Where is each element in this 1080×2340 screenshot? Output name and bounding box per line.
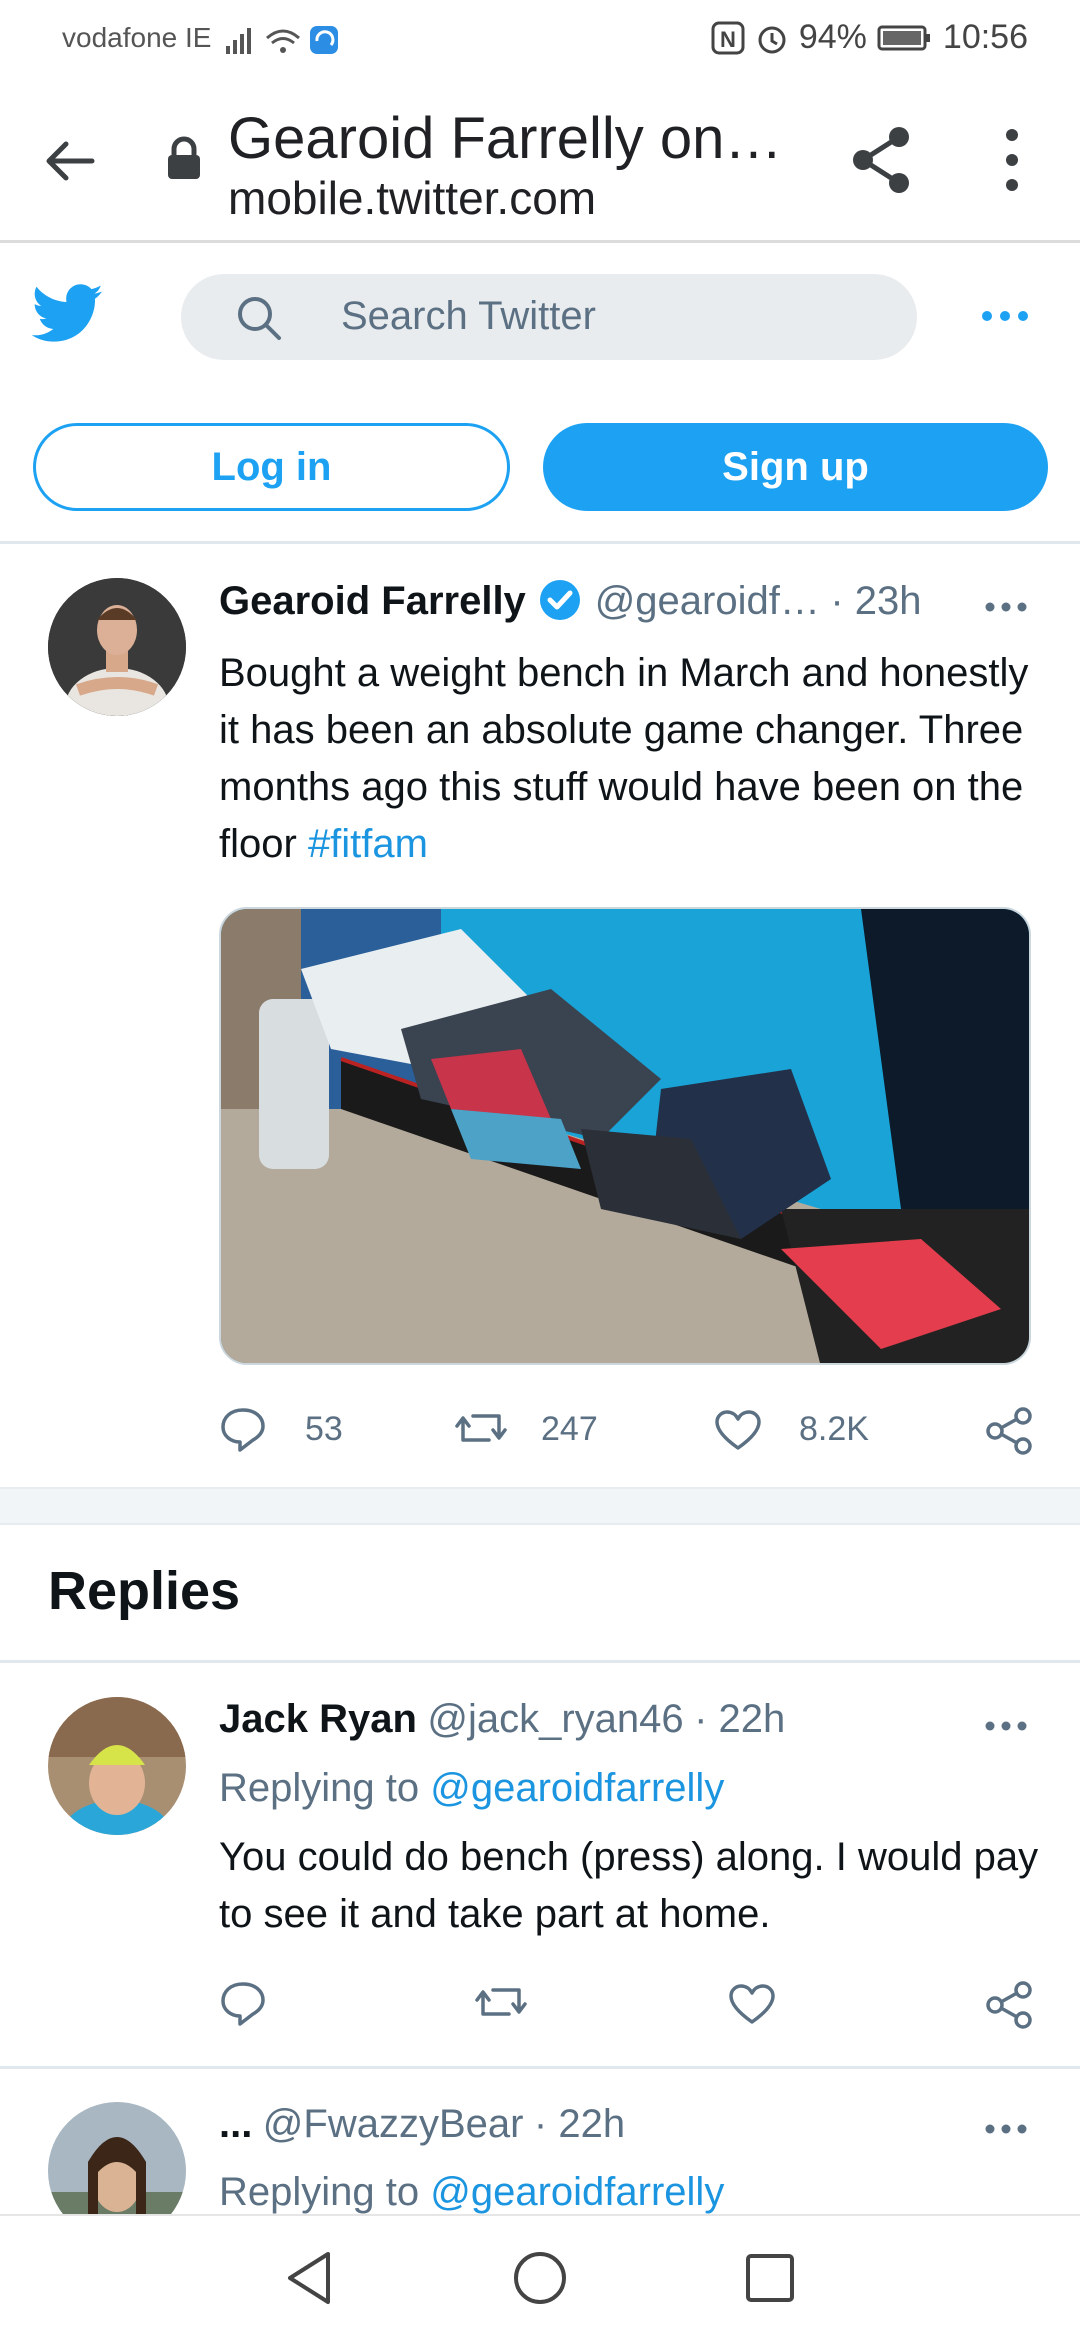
reply-text: You could do bench (press) along. I woul… xyxy=(219,1835,1039,1936)
reply-header: Jack Ryan @jack_ryan46 · 22h xyxy=(219,1697,999,1755)
retweet-count: 247 xyxy=(541,1410,598,1448)
weight-bench-photo xyxy=(221,909,1029,1363)
nav-home-icon[interactable] xyxy=(512,2250,568,2306)
login-button[interactable]: Log in xyxy=(33,423,510,511)
tweet-header: Gearoid Farrelly @gearoidf… · 23h xyxy=(219,578,1039,636)
battery-icon xyxy=(877,25,930,50)
url-text[interactable]: mobile.twitter.com xyxy=(228,171,596,225)
twitter-bird-icon[interactable] xyxy=(32,284,104,344)
page-title[interactable]: Gearoid Farrelly on… xyxy=(228,105,782,172)
author-name[interactable]: Jack Ryan xyxy=(219,1697,417,1741)
reply-count: 53 xyxy=(305,1410,343,1448)
signal-wifi-icons xyxy=(226,26,338,54)
carrier-label: vodafone IE xyxy=(62,22,212,53)
share-tweet-icon[interactable] xyxy=(985,1980,1035,2030)
nav-recents-icon[interactable] xyxy=(744,2252,796,2304)
replying-to-prefix: Replying to xyxy=(219,1766,420,1810)
share-icon[interactable] xyxy=(851,125,915,195)
divider xyxy=(0,1660,1080,1663)
replies-heading: Replies xyxy=(48,1561,241,1621)
replying-to: Replying to @gearoidfarrelly xyxy=(219,1766,724,1811)
author-name[interactable]: Gearoid Farrelly xyxy=(219,579,526,623)
avatar[interactable] xyxy=(48,578,186,716)
tweet-photo[interactable] xyxy=(219,907,1031,1365)
alarm-icon xyxy=(758,26,786,53)
reply-time[interactable]: · 22h xyxy=(694,1697,785,1741)
verified-badge-icon xyxy=(540,580,581,620)
tweet-text: Bought a weight bench in March and hones… xyxy=(219,645,1049,873)
search-placeholder: Search Twitter xyxy=(341,294,596,338)
status-right: N 94% 10:56 xyxy=(711,18,1028,57)
reply-icon[interactable] xyxy=(219,1980,267,2026)
reply-icon[interactable] xyxy=(219,1406,267,1452)
nfc-icon: N xyxy=(711,21,745,54)
avatar[interactable] xyxy=(48,1697,186,1835)
divider xyxy=(0,541,1080,544)
search-icon xyxy=(238,297,281,340)
reply-time[interactable]: · 22h xyxy=(534,2102,625,2146)
author-name[interactable]: ... xyxy=(219,2102,252,2146)
reply-actions xyxy=(219,1976,1039,2032)
status-bar: vodafone IE N 94% 10:56 xyxy=(0,0,1080,75)
avatar-image xyxy=(48,1697,186,1835)
avatar-image xyxy=(48,2102,186,2214)
signup-button[interactable]: Sign up xyxy=(543,423,1048,511)
replying-to-link[interactable]: @gearoidfarrelly xyxy=(430,2170,724,2214)
author-handle[interactable]: @jack_ryan46 xyxy=(427,1697,683,1741)
replying-to: Replying to @gearoidfarrelly xyxy=(219,2170,724,2214)
system-nav-bar xyxy=(0,2214,1080,2340)
section-gap xyxy=(0,1487,1080,1525)
reply-item-clipped: ... @FwazzyBear · 22h Replying to @gearo… xyxy=(0,2069,1080,2214)
overflow-menu-icon[interactable] xyxy=(1000,125,1024,195)
like-icon[interactable] xyxy=(727,1982,777,2026)
browser-toolbar: Gearoid Farrelly on… mobile.twitter.com xyxy=(0,75,1080,243)
search-field[interactable]: Search Twitter xyxy=(181,274,917,360)
lock-icon xyxy=(168,136,200,179)
like-icon[interactable] xyxy=(713,1408,763,1452)
svg-text:N: N xyxy=(720,27,736,52)
reply-more-icon[interactable] xyxy=(983,2120,1029,2138)
reply-more-icon[interactable] xyxy=(983,1717,1029,1735)
more-options-icon[interactable] xyxy=(980,306,1030,326)
like-count: 8.2K xyxy=(799,1410,869,1448)
battery-percent: 94% xyxy=(798,18,867,56)
tweet-actions: 53 247 8.2K xyxy=(219,1402,1039,1458)
avatar-image xyxy=(48,578,186,716)
retweet-icon[interactable] xyxy=(473,1982,529,2022)
reply-header: ... @FwazzyBear · 22h xyxy=(219,2102,999,2160)
clock: 10:56 xyxy=(942,18,1028,56)
author-handle[interactable]: @gearoidf… xyxy=(595,579,820,623)
share-tweet-icon[interactable] xyxy=(985,1406,1035,1456)
tweet-more-icon[interactable] xyxy=(983,598,1029,616)
nav-back-icon[interactable] xyxy=(284,2250,334,2306)
replying-to-link[interactable]: @gearoidfarrelly xyxy=(430,1766,724,1810)
author-handle[interactable]: @FwazzyBear xyxy=(263,2102,524,2146)
avatar[interactable] xyxy=(48,2102,186,2214)
replying-to-prefix: Replying to xyxy=(219,2170,420,2214)
tweet-time[interactable]: · 23h xyxy=(830,579,921,623)
retweet-icon[interactable] xyxy=(453,1408,509,1448)
back-arrow-icon[interactable] xyxy=(40,131,100,191)
hashtag-link[interactable]: #fitfam xyxy=(308,822,428,866)
